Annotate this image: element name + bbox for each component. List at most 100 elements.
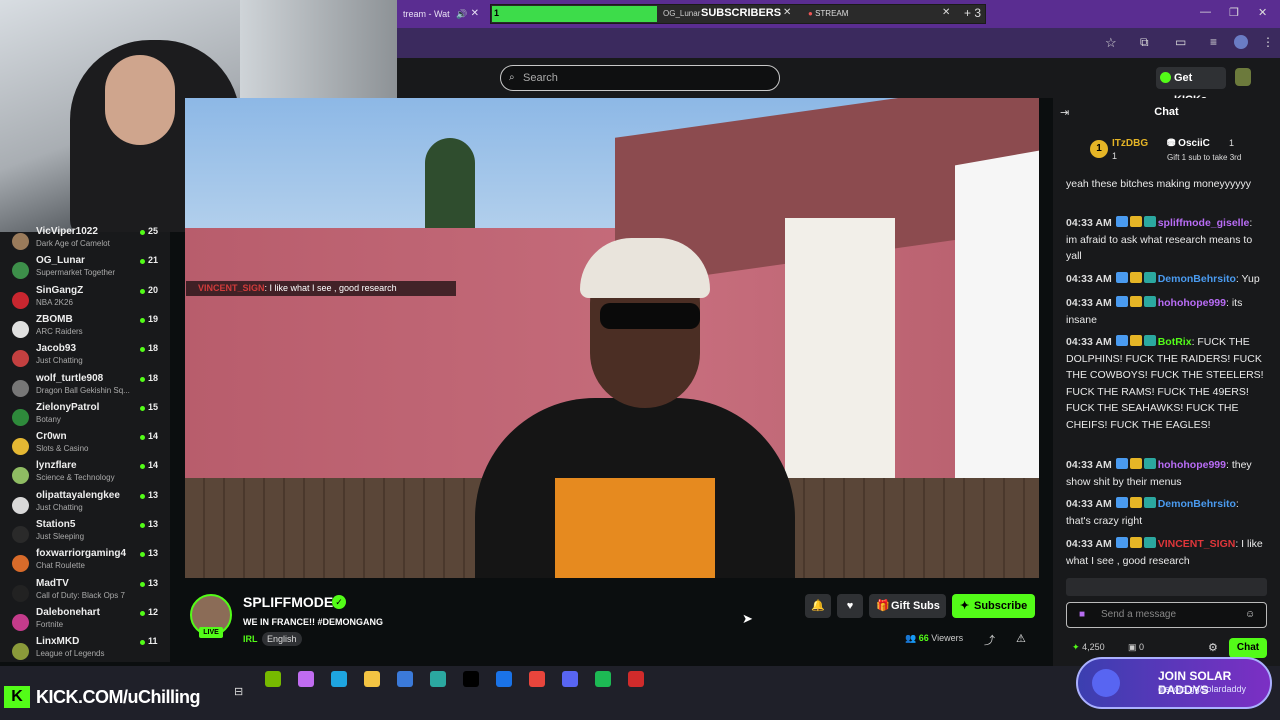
chat-badge-icon [1129, 537, 1142, 548]
close-tab-icon[interactable]: ✕ [942, 7, 950, 18]
message-text: : FUCK THE DOLPHINS! FUCK THE RAIDERS! F… [1066, 336, 1264, 431]
live-dot-icon [140, 640, 145, 646]
channel-viewers: 13 [148, 548, 159, 559]
chat-message: 04:33 AM DemonBehrsito: that's crazy righ… [1066, 496, 1266, 529]
emote-bar[interactable] [1066, 578, 1267, 596]
message-user[interactable]: spliffmode_giselle [1158, 217, 1250, 229]
sidebar-channel[interactable]: LinxMKD League of Legends 11 [0, 636, 170, 665]
chat-badge-icon [1115, 216, 1128, 227]
sidebar-channel[interactable]: SinGangZ NBA 2K26 20 [0, 285, 170, 314]
chat-badge-icon [1115, 296, 1128, 307]
sidebar-channel[interactable]: OG_Lunar Supermarket Together 21 [0, 255, 170, 284]
emoji-icon[interactable]: ☺ [1245, 603, 1255, 627]
tab-stream[interactable]: tream - Wat 🔊 ✕ [397, 4, 485, 24]
sidebar-channel[interactable]: Cr0wn Slots & Casino 14 [0, 431, 170, 460]
tab-stream-2[interactable]: ● STREAM [808, 9, 848, 18]
sidebar-channel[interactable]: olipattayalengkee Just Chatting 13 [0, 490, 170, 519]
notification-bell-button[interactable]: 🔔 [805, 594, 831, 618]
follow-button[interactable]: ♥ [837, 594, 863, 618]
message-user[interactable]: DemonBehrsito [1158, 273, 1236, 285]
nvidia-icon[interactable] [265, 671, 281, 687]
kicks-balance: ✦ 4,250 [1072, 642, 1105, 652]
share-icon[interactable]: ⤴ [984, 632, 995, 648]
channel-avatar [12, 526, 29, 543]
stream-category[interactable]: IRL [243, 634, 258, 644]
user-avatar[interactable] [1235, 68, 1251, 86]
chat-message-input[interactable]: ■ Send a message ☺ [1066, 602, 1267, 628]
chat-badge-icon [1143, 216, 1156, 227]
channel-avatar [12, 643, 29, 661]
bookmark-star-icon[interactable]: ☆ [1105, 35, 1117, 51]
close-tab-icon[interactable]: ✕ [783, 7, 791, 18]
app-red-icon[interactable] [628, 671, 644, 687]
get-kicks-button[interactable]: Get KICKs [1156, 67, 1226, 106]
channel-avatar [12, 379, 29, 397]
message-user[interactable]: VINCENT_SIGN [1158, 538, 1236, 550]
leader-user-1[interactable]: ITzDBG [1112, 138, 1148, 149]
sidebar-channel[interactable]: wolf_turtle908 Dragon Ball Gekishin Sq...… [0, 373, 170, 402]
discord-icon[interactable] [562, 671, 578, 687]
restore-icon[interactable]: ❐ [1229, 6, 1239, 19]
channel-viewers: 19 [148, 313, 159, 324]
spotify-icon[interactable] [595, 671, 611, 687]
extensions-icon[interactable]: ⧉ [1140, 35, 1149, 50]
kicks-icon: ✦ [1072, 642, 1080, 652]
coin-icon: ⛃ [1167, 138, 1176, 149]
message-user[interactable]: hohohope999 [1158, 459, 1226, 471]
sidebar-channel[interactable]: lynzflare Science & Technology 14 [0, 460, 170, 489]
search-input[interactable]: ⌕ Search [500, 65, 780, 91]
browser-menu-icon[interactable]: ⋮ [1262, 35, 1274, 49]
message-user[interactable]: DemonBehrsito [1158, 498, 1236, 510]
widgets-icon[interactable]: ⊟ [234, 685, 243, 698]
edge-icon[interactable] [331, 671, 347, 687]
streamer-name[interactable]: SPLIFFMODE [243, 594, 333, 610]
video-player[interactable] [185, 98, 1039, 578]
send-chat-button[interactable]: Chat [1229, 638, 1267, 658]
chat-message: 04:33 AM DemonBehrsito: Yup [1066, 271, 1266, 288]
minimize-icon[interactable]: — [1200, 6, 1211, 18]
tiktok-icon[interactable] [463, 671, 479, 687]
channel-avatar [12, 496, 29, 514]
close-window-icon[interactable]: ✕ [1258, 6, 1267, 19]
chrome-icon[interactable] [529, 671, 545, 687]
channel-name: foxwarriorgaming4 [36, 548, 127, 560]
sidebar-channel[interactable]: Station5 Just Sleeping 13 [0, 519, 170, 548]
sidebar-channel[interactable]: ZielonyPatrol Botany 15 [0, 402, 170, 431]
chat-badge-icon [1115, 458, 1128, 469]
close-tab-icon[interactable]: ✕ [471, 4, 479, 24]
calculator-icon[interactable] [397, 671, 413, 687]
report-icon[interactable]: ⚠ [1016, 632, 1026, 645]
tab-og-lunar[interactable]: OG_Lunar [663, 9, 700, 18]
sidebar-channel[interactable]: foxwarriorgaming4 Chat Roulette 13 [0, 548, 170, 577]
chat-badge-icon [1143, 335, 1156, 346]
reading-list-icon[interactable]: ≡ [1210, 35, 1217, 49]
explorer-icon[interactable] [364, 671, 380, 687]
subscribe-button[interactable]: ✦ Subscribe [952, 594, 1035, 618]
message-user[interactable]: BotRix [1158, 336, 1192, 348]
message-user[interactable]: hohohope999 [1158, 297, 1226, 309]
gift-subs-button[interactable]: 🎁 Gift Subs [869, 594, 946, 618]
sidebar-channel[interactable]: Jacob93 Just Chatting 18 [0, 343, 170, 372]
chat-message: 04:33 AM BotRix: FUCK THE DOLPHINS! FUCK … [1066, 334, 1266, 433]
sidebar-channel[interactable]: ZBOMB ARC Raiders 19 [0, 314, 170, 343]
channel-name: Cr0wn [36, 431, 67, 443]
chat-settings-icon[interactable]: ⚙ [1208, 641, 1218, 654]
channel-avatar [12, 291, 29, 309]
new-tab-button[interactable]: + 3 [964, 6, 981, 20]
sidebar-channel[interactable]: Dalebonehart Fortnite 12 [0, 607, 170, 636]
speaker-icon[interactable]: 🔊 [456, 9, 467, 19]
channel-viewers: 13 [148, 489, 159, 500]
copilot-icon[interactable] [298, 671, 314, 687]
leader-user-2[interactable]: ⛃ OsciiC [1167, 138, 1210, 149]
chat-badge-icon [1115, 537, 1128, 548]
gallery-icon[interactable] [430, 671, 446, 687]
profile-avatar[interactable] [1234, 35, 1248, 49]
sidebar-channel[interactable]: MadTV Call of Duty: Black Ops 7 13 [0, 578, 170, 607]
channel-category: Just Chatting [36, 502, 83, 512]
viewer-count: 👥 66 Viewers [905, 633, 964, 643]
chat-badge-icon [1129, 272, 1142, 283]
sidebar-channel[interactable]: VicViper1022 Dark Age of Camelot 25 [0, 226, 170, 255]
outlook-icon[interactable] [496, 671, 512, 687]
cast-icon[interactable]: ▭ [1175, 35, 1186, 49]
language-tag[interactable]: English [262, 632, 302, 646]
